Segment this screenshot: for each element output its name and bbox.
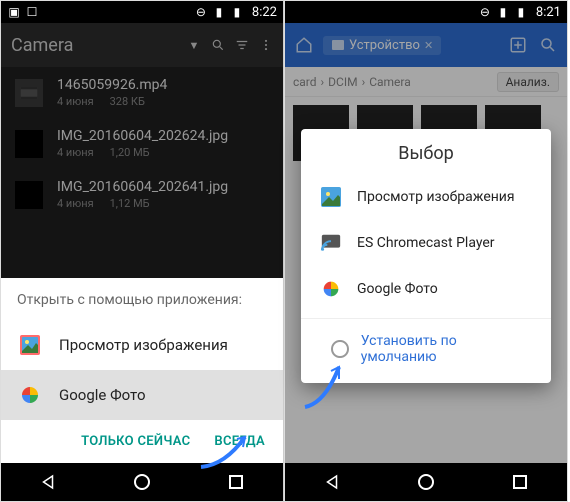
annotation-arrow	[297, 353, 367, 411]
list-item[interactable]: IMG_20160604_202624.jpg 4 июня 1,20 МБ	[1, 118, 283, 169]
file-name: IMG_20160604_202641.jpg	[57, 179, 269, 195]
sort-icon[interactable]	[235, 38, 249, 52]
clock: 8:22	[252, 5, 277, 20]
nav-bar	[285, 463, 567, 501]
google-photos-icon	[319, 277, 343, 301]
set-default-label: Установить по умолчанию	[361, 333, 533, 365]
home-button[interactable]	[415, 471, 437, 493]
file-size: 1,20 МБ	[110, 146, 150, 159]
signal-icon: ▮	[212, 5, 226, 19]
image-icon: ▣	[7, 5, 21, 19]
back-button[interactable]	[321, 471, 343, 493]
image-thumb-icon	[15, 130, 43, 158]
file-name: IMG_20160604_202624.jpg	[57, 128, 269, 144]
chooser-option-gallery[interactable]: Просмотр изображения	[1, 320, 283, 370]
status-bar: ▣ ☐ ⊖ ▮ ▮ 8:22	[1, 1, 283, 23]
battery-icon: ▮	[514, 5, 528, 19]
chooser-title: Открыть с помощью приложения:	[1, 278, 283, 320]
annotation-arrow	[195, 423, 265, 471]
dropdown-icon[interactable]: ▼	[187, 38, 201, 52]
file-size: 328 КБ	[110, 95, 145, 108]
file-size: 1,12 МБ	[110, 197, 150, 210]
file-name: 1465059926.mp4	[57, 77, 269, 93]
file-date: 4 июня	[57, 197, 94, 210]
search-icon[interactable]	[211, 38, 225, 52]
home-button[interactable]	[131, 471, 153, 493]
google-photos-icon	[17, 382, 43, 408]
screenshot-icon: ☐	[25, 5, 39, 19]
gallery-icon	[319, 185, 343, 209]
list-item[interactable]: IMG_20160604_202641.jpg 4 июня 1,12 МБ	[1, 169, 283, 220]
status-bar: ⊖ ▮ ▮ 8:21	[285, 1, 567, 23]
gallery-icon	[17, 332, 43, 358]
overflow-icon[interactable]	[259, 38, 273, 52]
video-thumb-icon	[15, 79, 43, 107]
dialog-option-google-photos[interactable]: Google Фото	[301, 266, 551, 312]
list-item[interactable]: 1465059926.mp4 4 июня 328 КБ	[1, 67, 283, 118]
dnd-icon: ⊖	[194, 5, 208, 19]
image-thumb-icon	[15, 181, 43, 209]
dialog-title: Выбор	[301, 129, 551, 174]
signal-icon: ▮	[496, 5, 510, 19]
dialog-option-label: Просмотр изображения	[357, 189, 515, 205]
battery-icon: ▮	[230, 5, 244, 19]
file-date: 4 июня	[57, 95, 94, 108]
chooser-option-label: Google Фото	[59, 386, 146, 404]
open-with-dialog: Выбор Просмотр изображения ES Chromecast…	[301, 129, 551, 383]
dialog-option-label: Google Фото	[357, 281, 438, 297]
dnd-icon: ⊖	[478, 5, 492, 19]
chooser-option-label: Просмотр изображения	[59, 336, 228, 354]
dialog-option-label: ES Chromecast Player	[357, 235, 495, 251]
clock: 8:21	[536, 5, 561, 20]
recents-button[interactable]	[225, 471, 247, 493]
just-once-button[interactable]: ТОЛЬКО СЕЙЧАС	[81, 434, 190, 449]
back-button[interactable]	[37, 471, 59, 493]
dialog-option-chromecast[interactable]: ES Chromecast Player	[301, 220, 551, 266]
toolbar: Camera ▼	[1, 23, 283, 67]
chooser-option-google-photos[interactable]: Google Фото	[1, 370, 283, 420]
file-date: 4 июня	[57, 146, 94, 159]
toolbar-title: Camera	[11, 35, 177, 56]
dialog-option-gallery[interactable]: Просмотр изображения	[301, 174, 551, 220]
chromecast-icon	[319, 231, 343, 255]
recents-button[interactable]	[509, 471, 531, 493]
